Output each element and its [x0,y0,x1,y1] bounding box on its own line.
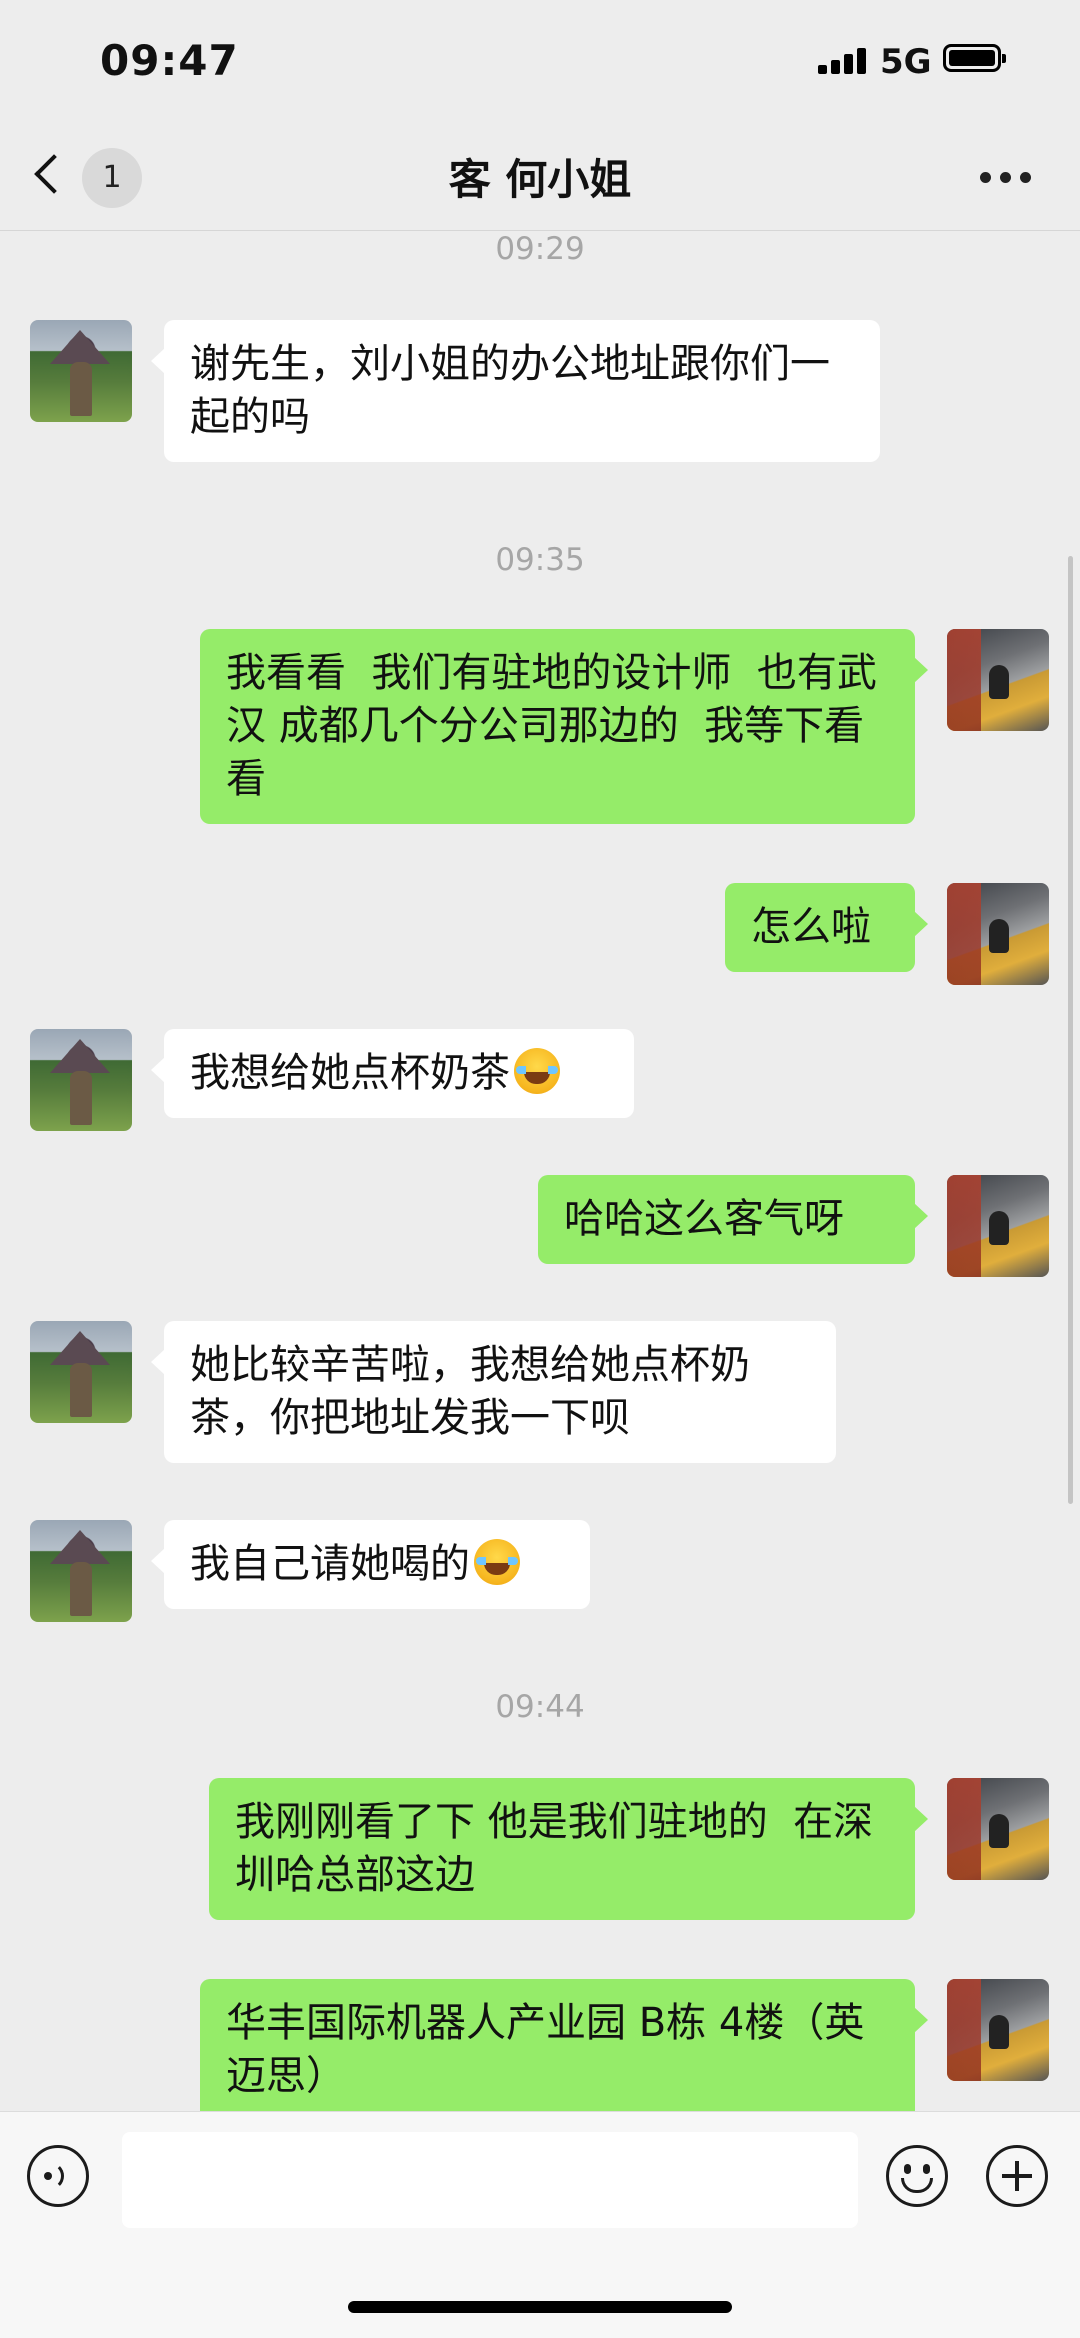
emoji-picker-icon[interactable] [886,2145,948,2207]
message-bubble-incoming[interactable]: 谢先生，刘小姐的办公地址跟你们一起的吗 [151,320,880,462]
message-bubble-outgoing[interactable]: 我刚刚看了下 他是我们驻地的 在深圳哈总部这边 [209,1778,928,1920]
signal-icon [818,48,868,74]
timestamp: 09:35 [495,542,585,578]
timestamp: 09:44 [495,1689,585,1725]
message-text: 我想给她点杯奶茶 [190,1050,510,1096]
self-avatar[interactable] [947,1778,1049,1880]
back-button[interactable]: 1 [34,148,146,208]
contact-avatar[interactable] [30,1520,132,1622]
chat-message-list[interactable]: 09:29 谢先生，刘小姐的办公地址跟你们一起的吗 09:35 我看看 我们有驻… [0,231,1080,2111]
message-input[interactable] [122,2132,858,2228]
message-bubble-outgoing[interactable]: 怎么啦 [725,883,928,972]
self-avatar[interactable] [947,629,1049,731]
battery-icon [943,44,1006,72]
contact-avatar[interactable] [30,320,132,422]
more-options-button[interactable] [980,172,1032,184]
status-time: 09:47 [100,36,239,85]
self-avatar[interactable] [947,883,1049,985]
self-avatar[interactable] [947,1175,1049,1277]
tears-of-joy-emoji-icon [474,1539,520,1585]
unread-count-badge: 1 [82,148,142,208]
message-bubble-outgoing[interactable]: 哈哈这么客气呀 [538,1175,928,1264]
chat-title[interactable]: 客 何小姐 [240,146,840,207]
message-bubble-outgoing[interactable]: 我看看 我们有驻地的设计师 也有武汉 成都几个分公司那边的 我等下看看 [200,629,928,824]
home-indicator[interactable] [348,2301,732,2313]
contact-avatar[interactable] [30,1321,132,1423]
network-type: 5G [880,42,932,82]
message-bubble-incoming[interactable]: 我想给她点杯奶茶 [151,1029,634,1118]
more-dots-icon [980,172,991,183]
message-bubble-incoming[interactable]: 她比较辛苦啦，我想给她点杯奶茶，你把地址发我一下呗 [151,1321,836,1463]
chat-header: 1 客 何小姐 [0,120,1080,231]
message-bubble-incoming[interactable]: 我自己请她喝的 [151,1520,590,1609]
contact-avatar[interactable] [30,1029,132,1131]
self-avatar[interactable] [947,1979,1049,2081]
tears-of-joy-emoji-icon [514,1048,560,1094]
timestamp: 09:29 [495,231,585,267]
chevron-left-icon [34,154,74,194]
more-actions-plus-icon[interactable] [986,2145,1048,2207]
voice-input-icon[interactable] [27,2145,89,2207]
scroll-indicator[interactable] [1068,556,1073,1504]
message-bubble-outgoing[interactable]: 华丰国际机器人产业园 B栋 4楼（英迈思） [200,1979,928,2111]
status-bar: 09:47 5G [0,0,1080,120]
message-text: 我自己请她喝的 [190,1541,470,1587]
